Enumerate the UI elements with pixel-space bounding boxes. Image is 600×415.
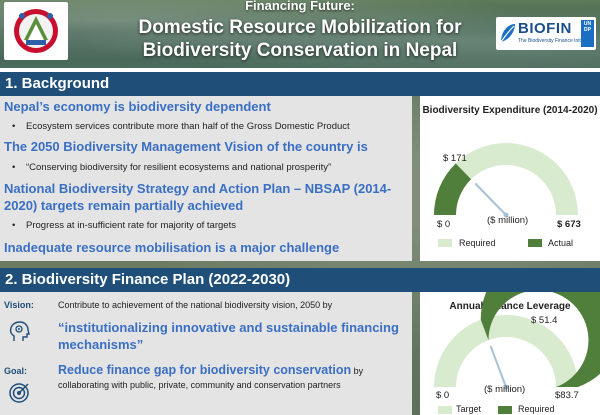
legend-required-label-2: Required [518, 404, 555, 414]
goal-strong-text: Reduce finance gap for biodiversity cons… [58, 363, 352, 377]
page-title: Domestic Resource Mobilization for Biodi… [138, 17, 462, 61]
leverage-unit-label: ($ million) [484, 384, 526, 395]
expenditure-unit-label: ($ million) [487, 215, 529, 226]
header-banner: Financing Future: Domestic Resource Mobi… [0, 0, 600, 68]
biofin-logo: BIOFIN The Biodiversity Finance Initiati… [496, 17, 596, 50]
legend-target-label: Target [456, 404, 482, 414]
background-bullet-2: • “Conserving biodiversity for resilient … [12, 162, 332, 173]
leverage-mid-label: $ 51.4 [531, 315, 558, 326]
biofin-wordmark: BIOFIN [518, 20, 572, 37]
background-bullet-1: • Ecosystem services contribute more than… [12, 121, 350, 132]
leverage-min-label: $ 0 [436, 390, 450, 401]
background-heading-4: Inadequate resource mobilisation is a ma… [4, 240, 340, 255]
expenditure-max-label: $ 673 [557, 219, 581, 230]
legend-actual-swatch [528, 239, 542, 247]
biofin-leaf-icon [500, 24, 515, 43]
head-gears-icon [8, 321, 30, 343]
expenditure-min-label: $ 0 [437, 219, 451, 230]
vision-quote: “institutionalizing innovative and susta… [58, 320, 399, 352]
background-heading-3: National Biodiversity Strategy and Actio… [4, 181, 392, 213]
expenditure-gauge [434, 143, 578, 218]
header-kicker: Financing Future: [245, 0, 355, 13]
background-heading-1: Nepal’s economy is biodiversity dependen… [4, 99, 271, 114]
goal-text: Reduce finance gap for biodiversity cons… [58, 363, 408, 392]
expenditure-mid-label: $ 171 [443, 153, 467, 164]
target-icon [8, 382, 30, 404]
background-heading-2: The 2050 Biodiversity Management Vision … [4, 139, 368, 154]
undp-logo: UN DP [581, 20, 594, 47]
finance-plan-panel [0, 292, 412, 415]
legend-required-label: Required [459, 238, 496, 248]
legend-actual-label: Actual [548, 238, 574, 248]
vision-text: Contribute to achievement of the nationa… [58, 300, 333, 310]
background-bullet-3: • Progress at in-sufficient rate for majo… [12, 220, 236, 231]
leverage-max-label: $83.7 [555, 390, 579, 401]
vision-label: Vision: [4, 300, 34, 310]
gauge-needle [489, 345, 507, 388]
section-background-title: 1. Background [0, 72, 600, 96]
section-finance-plan-title: 2. Biodiversity Finance Plan (2022-2030) [0, 268, 600, 292]
background-panel: Nepal’s economy is biodiversity dependen… [0, 96, 412, 261]
goal-label: Goal: [4, 366, 28, 376]
legend-required-swatch-2 [498, 406, 512, 414]
legend-required-swatch [438, 239, 452, 247]
gauge-needle [474, 182, 507, 216]
legend-target-swatch [438, 406, 452, 414]
